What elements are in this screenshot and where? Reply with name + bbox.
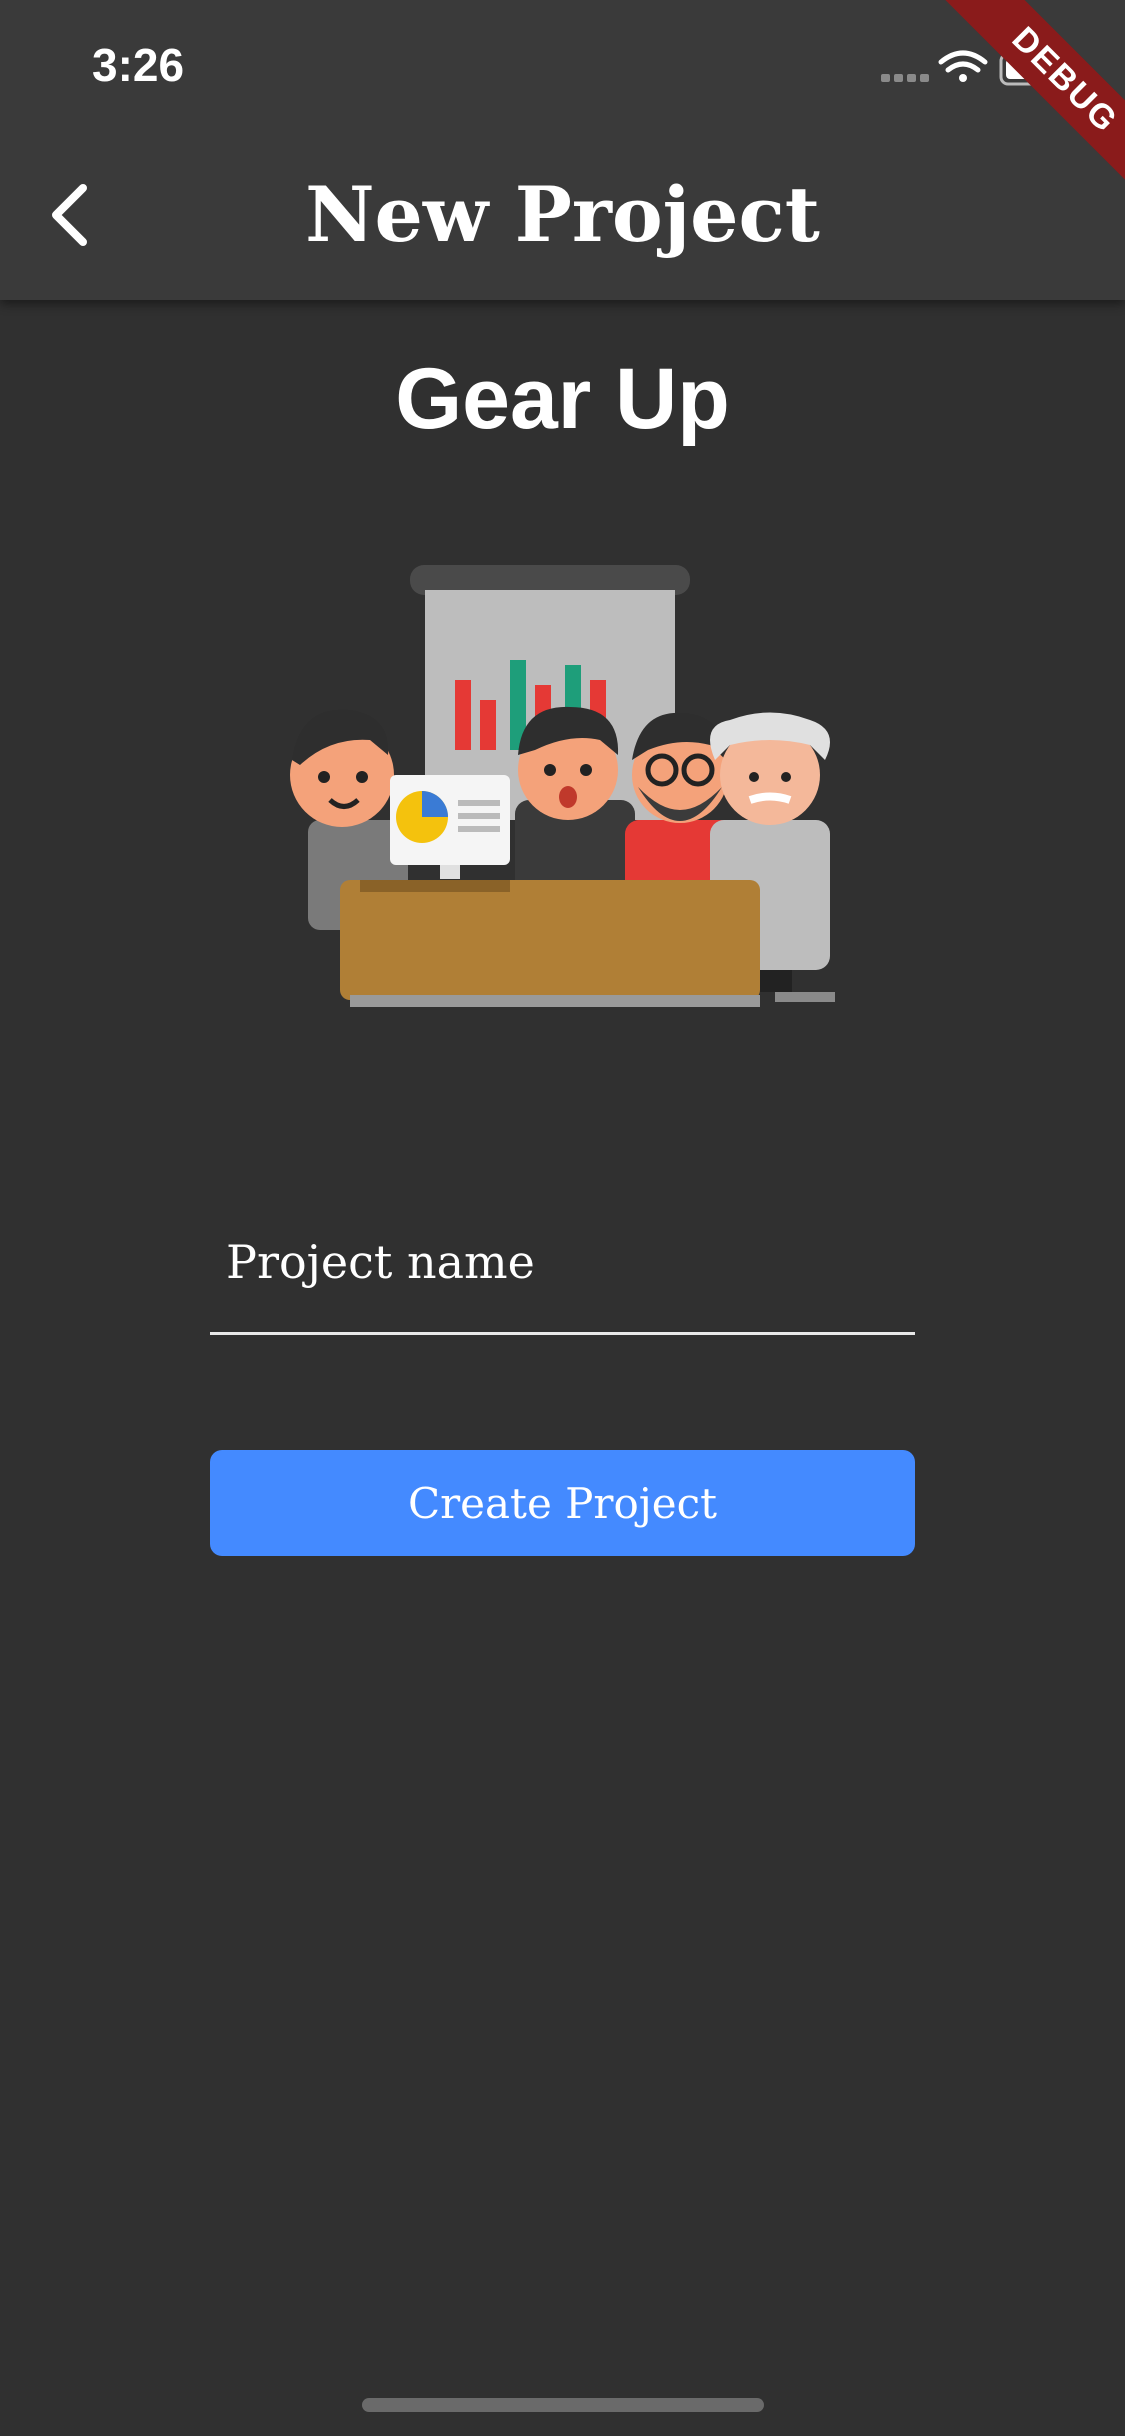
status-time: 3:26 [92,39,185,91]
debug-banner: DEBUG [925,0,1125,200]
section-heading: Gear Up [395,351,730,447]
debug-banner-label: DEBUG [939,0,1125,200]
create-project-button[interactable]: Create Project [210,1450,915,1556]
project-name-field[interactable]: Project name [210,1210,915,1335]
project-name-label: Project name [226,1235,535,1289]
signal-icon [881,74,929,82]
home-indicator [362,2398,764,2412]
team-meeting-illustration [290,565,835,1007]
